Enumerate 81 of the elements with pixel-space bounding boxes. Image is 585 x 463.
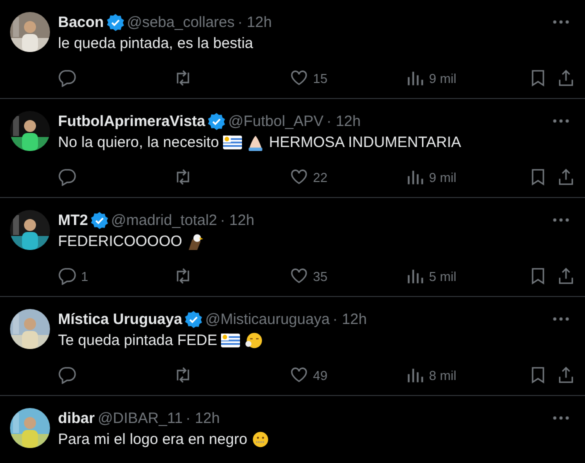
timestamp[interactable]: · 12h bbox=[238, 14, 272, 30]
views-button[interactable]: 8 mil bbox=[406, 366, 456, 384]
bookmark-icon[interactable] bbox=[529, 168, 547, 186]
speech-bubble-icon bbox=[58, 366, 76, 384]
timestamp[interactable]: · 12h bbox=[220, 212, 254, 228]
repost-button[interactable] bbox=[174, 267, 192, 285]
reply-button[interactable] bbox=[58, 366, 76, 384]
more-options-icon[interactable] bbox=[553, 119, 569, 123]
more-options-icon[interactable] bbox=[553, 416, 569, 420]
views-button[interactable]: 5 mil bbox=[406, 267, 456, 285]
more-options-icon[interactable] bbox=[553, 218, 569, 222]
repost-icon bbox=[174, 267, 192, 285]
reply-button[interactable]: 1 bbox=[58, 267, 88, 285]
user-handle[interactable]: @Futbol_APV bbox=[228, 112, 324, 130]
repost-icon bbox=[174, 69, 192, 87]
reply-count: 1 bbox=[81, 268, 88, 284]
reply-button[interactable] bbox=[58, 69, 76, 87]
user-name[interactable]: Mística Uruguaya bbox=[58, 310, 182, 328]
user-name[interactable]: Bacon bbox=[58, 14, 104, 30]
user-handle[interactable]: @madrid_total2 bbox=[111, 212, 218, 228]
relieved-face-emoji-icon bbox=[244, 332, 264, 348]
bar-chart-icon bbox=[406, 366, 424, 384]
timestamp[interactable]: · 12h bbox=[326, 112, 361, 130]
bookmark-icon[interactable] bbox=[529, 366, 547, 384]
user-handle[interactable]: @DIBAR_11 bbox=[98, 410, 183, 426]
reply-text: No la quiero, la necesito bbox=[58, 134, 219, 150]
user-name[interactable]: FutbolAprimeraVista bbox=[58, 112, 206, 130]
view-count: 9 mil bbox=[429, 70, 456, 86]
reply-text: Te queda pintada FEDE bbox=[58, 332, 218, 348]
speech-bubble-icon bbox=[58, 168, 76, 186]
heart-icon bbox=[290, 69, 308, 87]
share-icon[interactable] bbox=[557, 267, 575, 285]
like-button[interactable]: 35 bbox=[290, 267, 328, 285]
flag-emoji-icon bbox=[221, 332, 240, 348]
views-button[interactable]: 9 mil bbox=[406, 69, 456, 87]
reply-button[interactable] bbox=[58, 168, 76, 186]
like-button[interactable]: 15 bbox=[290, 69, 328, 87]
bar-chart-icon bbox=[406, 267, 424, 285]
like-count: 15 bbox=[313, 70, 328, 86]
heart-icon bbox=[290, 168, 308, 186]
repost-button[interactable] bbox=[174, 168, 192, 186]
view-count: 8 mil bbox=[429, 368, 456, 382]
share-icon[interactable] bbox=[557, 168, 575, 186]
reply-text: Para mi el logo era en negro bbox=[58, 430, 248, 448]
more-options-icon[interactable] bbox=[553, 20, 569, 24]
like-count: 49 bbox=[313, 368, 328, 382]
heart-icon bbox=[290, 366, 308, 384]
bar-chart-icon bbox=[406, 168, 424, 186]
view-count: 9 mil bbox=[429, 170, 456, 184]
user-handle[interactable]: @Misticauruguaya bbox=[205, 310, 330, 328]
bookmark-icon[interactable] bbox=[529, 69, 547, 87]
eagle-emoji-icon bbox=[186, 232, 206, 250]
like-count: 35 bbox=[313, 268, 328, 284]
zipper-mouth-face-emoji-icon bbox=[251, 430, 270, 448]
speech-bubble-icon bbox=[58, 267, 76, 285]
reply-text: HERMOSA INDUMENTARIA bbox=[268, 134, 462, 150]
repost-button[interactable] bbox=[174, 366, 192, 384]
speech-bubble-icon bbox=[58, 69, 76, 87]
share-icon[interactable] bbox=[557, 69, 575, 87]
views-button[interactable]: 9 mil bbox=[406, 168, 456, 186]
repost-icon bbox=[174, 366, 192, 384]
timestamp[interactable]: · 12h bbox=[332, 310, 367, 328]
reply-text: le queda pintada, es la bestia bbox=[58, 34, 254, 52]
user-name[interactable]: MT2 bbox=[58, 212, 88, 228]
more-options-icon[interactable] bbox=[553, 317, 569, 321]
bookmark-icon[interactable] bbox=[529, 267, 547, 285]
share-icon[interactable] bbox=[557, 366, 575, 384]
like-button[interactable]: 22 bbox=[290, 168, 328, 186]
view-count: 5 mil bbox=[429, 268, 456, 284]
user-handle[interactable]: @seba_collares bbox=[126, 14, 235, 30]
repost-button[interactable] bbox=[174, 69, 192, 87]
like-button[interactable]: 49 bbox=[290, 366, 328, 384]
bar-chart-icon bbox=[406, 69, 424, 87]
like-count: 22 bbox=[313, 170, 328, 184]
praying-hands-emoji-icon bbox=[246, 134, 265, 150]
repost-icon bbox=[174, 168, 192, 186]
flag-emoji-icon bbox=[222, 134, 242, 150]
user-name[interactable]: dibar bbox=[58, 410, 95, 426]
timestamp[interactable]: · 12h bbox=[186, 410, 220, 426]
reply-text: FEDERICOOOOO bbox=[58, 232, 182, 250]
heart-icon bbox=[290, 267, 308, 285]
